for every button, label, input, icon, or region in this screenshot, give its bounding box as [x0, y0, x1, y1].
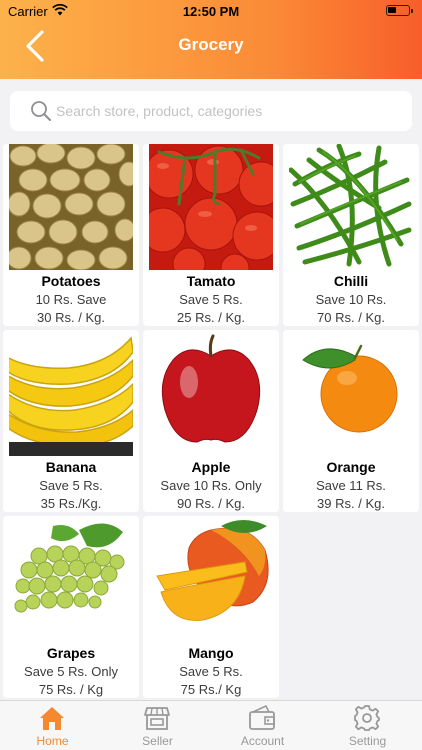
product-price: 75 Rs./ Kg	[180, 682, 242, 697]
tab-home[interactable]: Home	[0, 701, 105, 750]
product-name: Potatoes	[41, 273, 101, 289]
product-price: 39 Rs. / Kg.	[317, 496, 385, 511]
battery-icon	[386, 5, 413, 16]
product-card-tamato[interactable]: Tamato Save 5 Rs. 25 Rs. / Kg.	[143, 144, 279, 326]
tab-setting[interactable]: Setting	[315, 701, 420, 750]
tomato-image	[149, 144, 273, 270]
product-discount: Save 11 Rs.	[316, 478, 386, 493]
search-input[interactable]	[56, 99, 396, 123]
banana-image	[9, 330, 133, 456]
product-discount: Save 5 Rs.	[39, 478, 103, 493]
product-card-grapes[interactable]: Grapes Save 5 Rs. Only 75 Rs. / Kg	[3, 516, 139, 698]
product-price: 35 Rs./Kg.	[40, 496, 102, 511]
product-name: Orange	[326, 459, 376, 475]
tab-bar: Home Seller Account Setting	[0, 700, 422, 750]
status-bar: Carrier 12:50 PM	[0, 0, 422, 22]
product-discount: Save 5 Rs.	[179, 664, 243, 679]
store-icon	[144, 707, 170, 730]
tab-label: Home	[36, 734, 69, 748]
product-discount: Save 5 Rs.	[179, 292, 243, 307]
product-card-banana[interactable]: Banana Save 5 Rs. 35 Rs./Kg.	[3, 330, 139, 512]
product-card-potatoes[interactable]: Potatoes 10 Rs. Save 30 Rs. / Kg.	[3, 144, 139, 326]
orange-image	[289, 330, 413, 456]
product-card-apple[interactable]: Apple Save 10 Rs. Only 90 Rs. / Kg.	[143, 330, 279, 512]
page-title: Grocery	[178, 35, 244, 54]
search-icon	[31, 101, 51, 121]
product-name: Grapes	[46, 645, 96, 661]
clock: 12:50 PM	[182, 4, 240, 19]
tab-account[interactable]: Account	[210, 701, 315, 750]
wallet-icon	[249, 704, 275, 730]
product-card-orange[interactable]: Orange Save 11 Rs. 39 Rs. / Kg.	[283, 330, 419, 512]
product-name: Apple	[191, 459, 231, 475]
product-price: 30 Rs. / Kg.	[37, 310, 105, 325]
product-discount: 10 Rs. Save	[35, 292, 107, 307]
chilli-image	[289, 144, 413, 270]
product-name: Chilli	[333, 273, 369, 289]
product-card-chilli[interactable]: Chilli Save 10 Rs. 70 Rs. / Kg.	[283, 144, 419, 326]
mango-image	[149, 516, 273, 642]
tab-seller[interactable]: Seller	[105, 701, 210, 750]
apple-image	[149, 330, 273, 456]
navigation-header: Carrier 12:50 PM Grocery	[0, 0, 422, 79]
product-card-mango[interactable]: Mango Save 5 Rs. 75 Rs./ Kg	[143, 516, 279, 698]
product-price: 90 Rs. / Kg.	[177, 496, 245, 511]
tab-label: Seller	[142, 734, 173, 748]
product-name: Banana	[45, 459, 97, 475]
product-name: Mango	[188, 645, 234, 661]
grapes-image	[9, 516, 133, 642]
product-price: 75 Rs. / Kg	[38, 682, 104, 697]
product-discount: Save 5 Rs. Only	[24, 664, 118, 679]
search-bar[interactable]	[10, 91, 412, 131]
gear-icon	[354, 705, 380, 731]
potatoes-image	[9, 144, 133, 270]
tab-label: Setting	[348, 734, 387, 748]
product-name: Tamato	[186, 273, 236, 289]
product-price: 70 Rs. / Kg.	[317, 310, 385, 325]
product-discount: Save 10 Rs.	[315, 292, 387, 307]
product-price: 25 Rs. / Kg.	[177, 310, 245, 325]
home-icon	[40, 707, 64, 730]
tab-label: Account	[240, 734, 285, 748]
product-discount: Save 10 Rs. Only	[160, 478, 262, 493]
